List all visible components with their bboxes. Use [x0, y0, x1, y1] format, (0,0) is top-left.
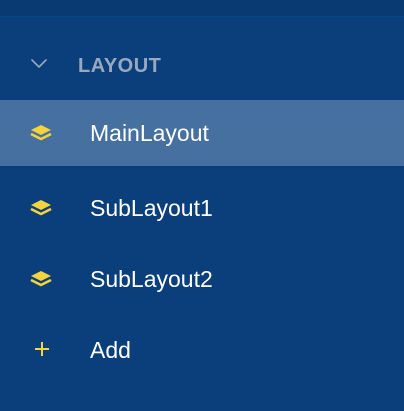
- plus-icon: [35, 342, 49, 356]
- layers-icon: [30, 125, 52, 141]
- add-label: Add: [90, 337, 131, 363]
- layout-section-header[interactable]: LAYOUT: [0, 44, 404, 88]
- layers-icon: [30, 271, 52, 287]
- layout-item-mainlayout[interactable]: MainLayout: [0, 100, 404, 166]
- layout-item-sublayout1[interactable]: SubLayout1: [0, 175, 404, 241]
- layout-sidebar-panel: LAYOUT MainLayout SubLayout1 SubLayout2 …: [0, 0, 404, 411]
- layout-item-label: SubLayout1: [90, 195, 213, 221]
- add-layout-button[interactable]: Add: [0, 317, 404, 383]
- chevron-down-icon[interactable]: [31, 58, 47, 70]
- layout-section-title: LAYOUT: [78, 55, 162, 77]
- layout-item-label: MainLayout: [90, 120, 209, 146]
- layers-icon: [30, 200, 52, 216]
- layout-item-label: SubLayout2: [90, 266, 213, 292]
- top-header-band: [0, 0, 404, 17]
- layout-item-sublayout2[interactable]: SubLayout2: [0, 246, 404, 312]
